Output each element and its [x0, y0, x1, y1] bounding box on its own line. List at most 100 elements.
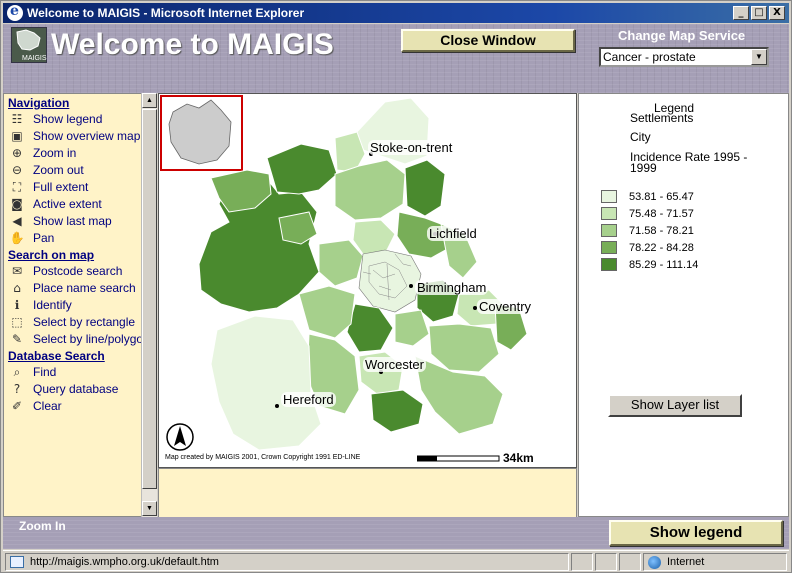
legend-city: City [630, 130, 651, 144]
last-map-icon[interactable]: ◀ [8, 214, 26, 229]
legend-rate-title: Incidence Rate 1995 - 1999 [630, 150, 748, 175]
legend-swatch [601, 224, 617, 237]
full-extent-icon[interactable]: ⛶ [8, 180, 26, 195]
legend-class-row: 71.58 - 78.21 [601, 224, 694, 237]
database-item[interactable]: ✐ Clear [4, 398, 156, 415]
page-icon [10, 556, 24, 568]
clear-icon[interactable]: ✐ [8, 399, 26, 414]
navigation-item[interactable]: ☷ Show legend [4, 111, 156, 128]
navigation-item[interactable]: ⊕ Zoom in [4, 145, 156, 162]
postcode-icon[interactable]: ✉ [8, 264, 26, 279]
query-icon[interactable]: ? [8, 382, 26, 397]
navigation-item-label[interactable]: Show legend [33, 112, 102, 127]
title-bar: Welcome to MAIGIS - Microsoft Internet E… [3, 3, 789, 23]
scale-label: 34km [503, 451, 534, 465]
status-cell-3 [619, 553, 641, 571]
search-item[interactable]: ℹ Identify [4, 297, 156, 314]
ie-icon [7, 3, 23, 21]
zoom-in-icon[interactable]: ⊕ [8, 146, 26, 161]
navigation-item-label[interactable]: Zoom out [33, 163, 84, 178]
legend-swatch [601, 258, 617, 271]
legend-class-row: 78.22 - 84.28 [601, 241, 694, 254]
search-item[interactable]: ✉ Postcode search [4, 263, 156, 280]
window-title: Welcome to MAIGIS - Microsoft Internet E… [27, 6, 305, 20]
navigation-item[interactable]: ⛶ Full extent [4, 179, 156, 196]
search-item-label[interactable]: Select by rectangle [33, 315, 135, 330]
legend-range-label: 71.58 - 78.21 [629, 224, 694, 237]
show-layer-list-button[interactable]: Show Layer list [608, 394, 742, 417]
select-polygon-icon[interactable]: ✎ [8, 332, 26, 347]
map-credit: Map created by MAIGIS 2001, Crown Copyri… [165, 454, 361, 461]
find-icon[interactable]: ⌕ [8, 365, 26, 380]
navigation-item[interactable]: ✋ Pan [4, 230, 156, 247]
map-service-select[interactable]: Cancer - prostate ▼ [599, 47, 769, 67]
overview-map-icon[interactable]: ▣ [8, 129, 26, 144]
navigation-item[interactable]: ▣ Show overview map [4, 128, 156, 145]
chevron-down-icon[interactable]: ▼ [751, 49, 767, 65]
scroll-thumb[interactable] [142, 109, 157, 489]
search-item-label[interactable]: Place name search [33, 281, 136, 296]
info-pane [158, 468, 577, 518]
close-button[interactable]: X [769, 6, 785, 20]
navigation-item-label[interactable]: Show overview map [33, 129, 140, 144]
search-item[interactable]: ✎ Select by line/polygon [4, 331, 156, 348]
navigation-item-label[interactable]: Pan [33, 231, 54, 246]
navigation-item-label[interactable]: Zoom in [33, 146, 76, 161]
active-extent-icon[interactable]: ◙ [8, 197, 26, 212]
search-item[interactable]: ⌂ Place name search [4, 280, 156, 297]
overview-map[interactable] [160, 95, 243, 171]
legend-class-row: 75.48 - 71.57 [601, 207, 694, 220]
tool-panel-scrollbar[interactable]: ▲ ▼ [141, 93, 157, 517]
select-rectangle-icon[interactable]: ⬚ [8, 315, 26, 330]
database-item-label[interactable]: Clear [33, 399, 62, 414]
search-item[interactable]: ⬚ Select by rectangle [4, 314, 156, 331]
database-item[interactable]: ? Query database [4, 381, 156, 398]
pan-hand-icon[interactable]: ✋ [8, 231, 26, 246]
map-view[interactable]: Stoke-on-trent Lichfield Birmingham Cove… [158, 93, 577, 468]
minimize-button[interactable]: _ [733, 6, 749, 20]
legend-icon[interactable]: ☷ [8, 112, 26, 127]
status-bar: http://maigis.wmpho.org.uk/default.htm I… [3, 550, 789, 572]
legend-class-row: 53.81 - 65.47 [601, 190, 694, 203]
database-item-label[interactable]: Query database [33, 382, 118, 397]
status-cell-1 [571, 553, 593, 571]
map-label-lichfield: Lichfield [427, 226, 479, 241]
maigis-logo: MAIGIS [11, 27, 47, 63]
navigation-item-label[interactable]: Full extent [33, 180, 88, 195]
navigation-item[interactable]: ◙ Active extent [4, 196, 156, 213]
navigation-item-label[interactable]: Show last map [33, 214, 112, 229]
maximize-button[interactable]: □ [751, 6, 767, 20]
placename-icon[interactable]: ⌂ [8, 281, 26, 296]
navigation-item[interactable]: ⊖ Zoom out [4, 162, 156, 179]
zoom-out-icon[interactable]: ⊖ [8, 163, 26, 178]
legend-swatch [601, 190, 617, 203]
search-item-label[interactable]: Postcode search [33, 264, 122, 279]
search-item-label[interactable]: Select by line/polygon [33, 332, 150, 347]
identify-icon[interactable]: ℹ [8, 298, 26, 313]
north-arrow-icon [166, 423, 194, 451]
close-window-button[interactable]: Close Window [401, 29, 575, 52]
scroll-down-icon[interactable]: ▼ [142, 501, 157, 516]
show-legend-button[interactable]: Show legend [609, 520, 783, 546]
legend-range-label: 75.48 - 71.57 [629, 207, 694, 220]
database-item[interactable]: ⌕ Find [4, 364, 156, 381]
database-heading: Database Search [8, 349, 105, 363]
scroll-up-icon[interactable]: ▲ [142, 93, 157, 108]
page-header: MAIGIS Welcome to MAIGIS Close Window Ch… [3, 24, 789, 93]
map-label-coventry: Coventry [477, 299, 534, 314]
map-label-hereford: Hereford [281, 392, 336, 407]
navigation-item[interactable]: ◀ Show last map [4, 213, 156, 230]
navigation-item-label[interactable]: Active extent [33, 197, 102, 212]
legend-class-row: 85.29 - 111.14 [601, 258, 698, 271]
navigation-heading: Navigation [8, 96, 70, 110]
status-zone: Internet [667, 556, 705, 568]
legend-range-label: 78.22 - 84.28 [629, 241, 694, 254]
region-logo-icon [16, 29, 41, 51]
search-item-label[interactable]: Identify [33, 298, 72, 313]
legend-panel: Legend Settlements City Incidence Rate 1… [578, 93, 789, 517]
map-label-worcester: Worcester [363, 357, 426, 372]
status-cell-2 [595, 553, 617, 571]
active-tool-label: Zoom In [19, 519, 66, 533]
page-title: Welcome to MAIGIS [51, 28, 334, 61]
database-item-label[interactable]: Find [33, 365, 56, 380]
